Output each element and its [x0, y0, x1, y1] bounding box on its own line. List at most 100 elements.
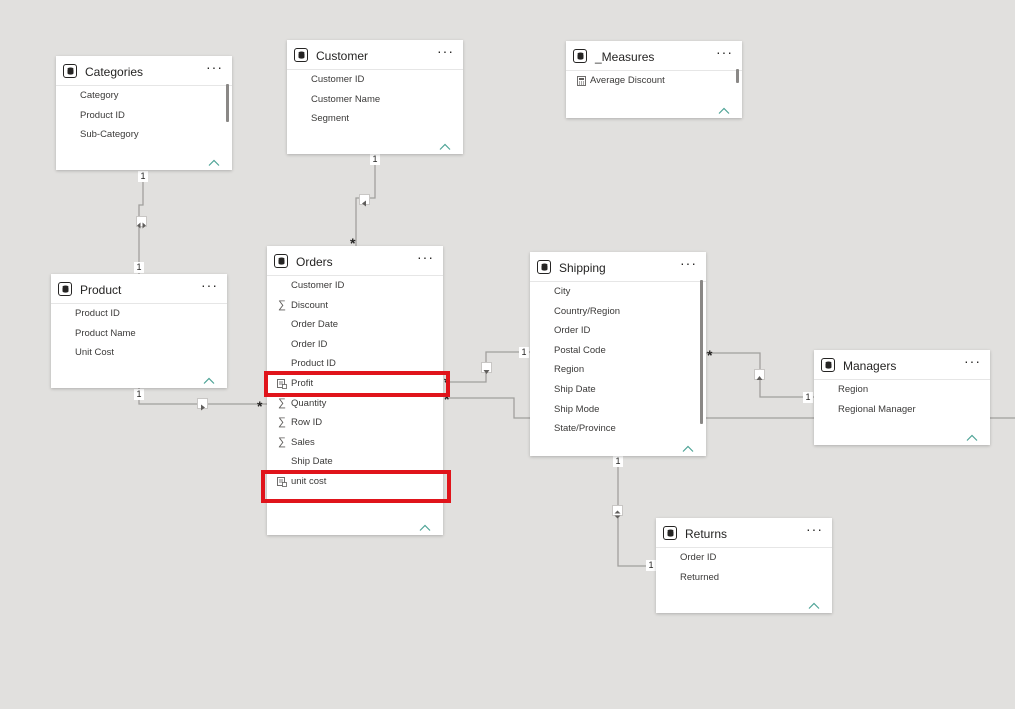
field-label: State/Province [554, 423, 616, 432]
filter-direction-down-icon [481, 362, 492, 374]
field-item[interactable]: Segment [287, 109, 463, 129]
relationship-orders-shipping-b [449, 397, 530, 419]
table-categories[interactable]: Categories ··· Category Product ID Sub-Categ… [56, 56, 232, 170]
filter-direction-right-icon [197, 398, 208, 411]
cardinality-one: 1 [138, 171, 148, 182]
field-label: Discount [291, 299, 328, 311]
table-header[interactable]: Shipping ··· [530, 252, 706, 282]
field-label: Category [80, 90, 119, 101]
table-header[interactable]: Categories ··· [56, 56, 232, 86]
field-item[interactable]: Ship Date [530, 380, 706, 400]
more-options-icon[interactable]: ··· [201, 277, 218, 293]
field-item[interactable]: Customer ID [267, 276, 443, 296]
filter-direction-up-icon [754, 369, 765, 380]
field-item[interactable]: Region [814, 380, 990, 400]
field-label: Product ID [80, 109, 125, 121]
field-item[interactable]: ∑ Sales [267, 433, 443, 453]
field-label: Regional Manager [838, 403, 916, 415]
table-icon [537, 260, 551, 274]
field-item[interactable]: Country/Region [530, 302, 706, 322]
field-item[interactable]: Returned [656, 568, 832, 588]
scrollbar[interactable] [226, 84, 229, 122]
filter-direction-left-icon [359, 194, 370, 207]
field-item[interactable]: Regional Manager [814, 400, 990, 420]
collapse-chevron-icon[interactable] [966, 429, 978, 441]
field-item[interactable]: Product ID [51, 304, 227, 324]
table-returns[interactable]: Returns ··· Order ID Returned [656, 518, 832, 613]
more-options-icon[interactable]: ··· [417, 249, 434, 265]
field-label: Ship Date [554, 383, 596, 395]
field-item[interactable]: Postal Code [530, 341, 706, 361]
table-shipping[interactable]: Shipping ··· City Country/Region Order ID Pos… [530, 252, 706, 456]
field-label: Unit Cost [75, 347, 115, 359]
table-header[interactable]: Orders ··· [267, 246, 443, 276]
field-list[interactable]: Region Regional Manager [814, 380, 990, 419]
field-item[interactable]: City [530, 282, 706, 302]
field-item[interactable]: ∑ Discount [267, 296, 443, 316]
table-header[interactable]: Returns ··· [656, 518, 832, 548]
field-item[interactable]: Average Discount [566, 71, 742, 91]
table-header[interactable]: _Measures ··· [566, 41, 742, 71]
field-label: Postal Code [554, 344, 606, 356]
field-label: Sub-Category [80, 129, 139, 141]
more-options-icon[interactable]: ··· [680, 255, 697, 271]
field-item[interactable]: State/Province [530, 419, 706, 432]
scrollbar[interactable] [700, 280, 703, 424]
cardinality-one: 1 [370, 154, 380, 165]
field-item[interactable]: Ship Date [267, 452, 443, 472]
more-options-icon[interactable]: ··· [437, 43, 454, 59]
field-list[interactable]: City Country/Region Order ID Postal Code Reg… [530, 282, 706, 432]
table-customer[interactable]: Customer ··· Customer ID Customer Name Segme… [287, 40, 463, 154]
collapse-chevron-icon[interactable] [718, 102, 730, 114]
table-product[interactable]: Product ··· Product ID Product Name Unit Cos… [51, 274, 227, 388]
table-icon [294, 48, 308, 62]
cardinality-many: * [707, 347, 713, 363]
cardinality-one: 1 [803, 392, 813, 403]
relationship-shipping-returns [617, 456, 656, 567]
field-list[interactable]: Average Discount [566, 71, 742, 94]
field-label: Quantity [291, 397, 327, 409]
table-header[interactable]: Product ··· [51, 274, 227, 304]
field-item[interactable]: ∑ Row ID [267, 413, 443, 433]
table-title: Returns [685, 527, 728, 541]
scrollbar[interactable] [736, 69, 739, 83]
table-header[interactable]: Managers ··· [814, 350, 990, 380]
field-list[interactable]: Category Product ID Sub-Category [56, 86, 232, 146]
field-item[interactable]: Region [530, 360, 706, 380]
collapse-chevron-icon[interactable] [419, 519, 431, 531]
collapse-chevron-icon[interactable] [808, 597, 820, 609]
field-list[interactable]: Product ID Product Name Unit Cost [51, 304, 227, 363]
field-item[interactable]: Ship Mode [530, 400, 706, 420]
table-managers[interactable]: Managers ··· Region Regional Manager [814, 350, 990, 445]
table-title: Orders [296, 255, 333, 269]
field-item[interactable]: Order Date [267, 315, 443, 335]
cardinality-one: 1 [134, 262, 144, 273]
field-item[interactable]: Order ID [530, 321, 706, 341]
collapse-chevron-icon[interactable] [208, 154, 220, 166]
collapse-chevron-icon[interactable] [682, 440, 694, 452]
collapse-chevron-icon[interactable] [439, 138, 451, 150]
table-icon [63, 64, 77, 78]
more-options-icon[interactable]: ··· [206, 59, 223, 75]
more-options-icon[interactable]: ··· [716, 44, 733, 60]
field-label: Row ID [291, 417, 323, 429]
field-item[interactable]: Customer ID [287, 70, 463, 90]
field-item[interactable]: Product ID [56, 106, 232, 126]
field-item[interactable]: Product Name [51, 324, 227, 344]
field-item[interactable]: Customer Name [287, 90, 463, 110]
cardinality-many: * [257, 398, 263, 414]
field-item[interactable]: Unit Cost [51, 343, 227, 363]
field-list[interactable]: Order ID Returned [656, 548, 832, 587]
table-header[interactable]: Customer ··· [287, 40, 463, 70]
table-measures[interactable]: _Measures ··· Average Discount [566, 41, 742, 118]
field-item[interactable]: Order ID [267, 335, 443, 355]
field-item[interactable]: Sub-Category [56, 125, 232, 145]
more-options-icon[interactable]: ··· [964, 353, 981, 369]
collapse-chevron-icon[interactable] [203, 372, 215, 384]
more-options-icon[interactable]: ··· [806, 521, 823, 537]
field-item[interactable]: Order ID [656, 548, 832, 568]
field-list[interactable]: Customer ID Customer Name Segment [287, 70, 463, 129]
highlight-profit [264, 371, 450, 397]
model-canvas[interactable]: 1 1 1 * 1 * 1 * * * 1 1 1 Categories ··· C… [0, 0, 1015, 709]
field-item[interactable]: Category [56, 86, 232, 106]
